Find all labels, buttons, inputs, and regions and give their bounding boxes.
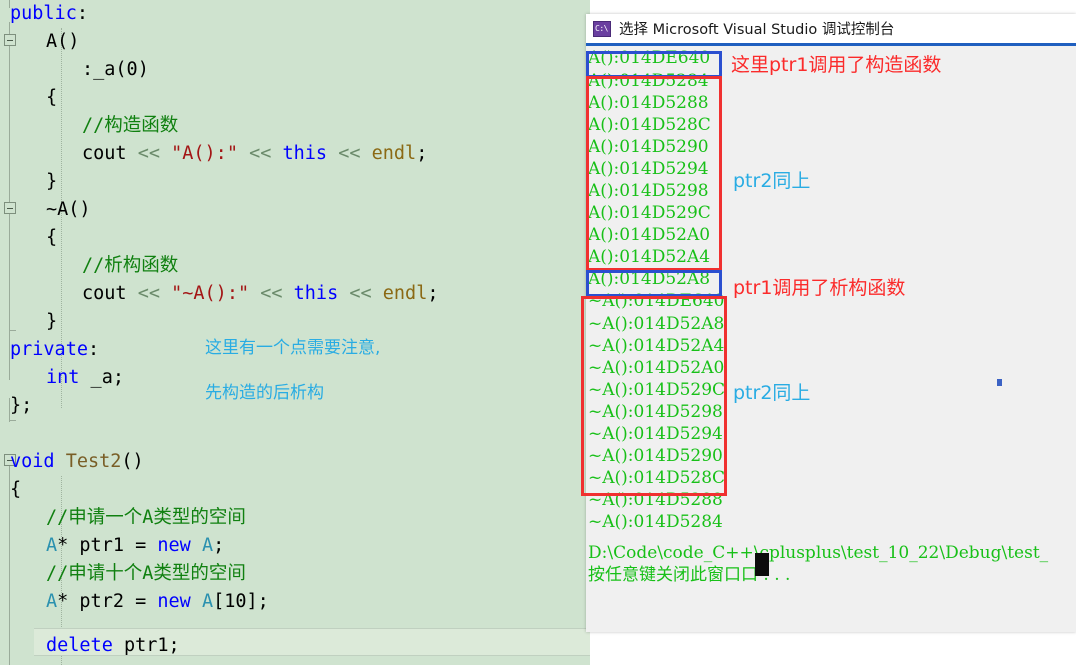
code-token: new	[157, 591, 191, 612]
code-token: "~A():"	[171, 283, 250, 304]
code-token: * ptr1 =	[57, 535, 158, 556]
code-token: cout	[82, 143, 138, 164]
annotation-ctor-ptr2: ptr2同上	[733, 170, 811, 192]
editor-gutter[interactable]	[0, 0, 34, 665]
code-token: }	[46, 311, 58, 332]
console-cmd-icon	[593, 20, 611, 37]
code-token: //析构函数	[82, 255, 179, 276]
code-token: //构造函数	[82, 115, 179, 136]
code-token: this	[293, 283, 339, 304]
code-token: ()	[121, 451, 144, 472]
code-line[interactable]: A* ptr2 = new A[10];	[46, 588, 269, 616]
code-line[interactable]: {	[10, 476, 21, 504]
code-line[interactable]: int _a;	[46, 364, 124, 392]
code-line[interactable]: private:	[10, 336, 99, 364]
gutter-rail-tick	[9, 330, 16, 331]
code-line[interactable]: public:	[10, 0, 88, 28]
console-text-cursor	[755, 553, 769, 576]
code-line[interactable]: :_a(0)	[82, 56, 149, 84]
code-token: private	[10, 339, 88, 360]
code-token: A	[201, 535, 214, 556]
highlight-box-dtor-ptr2	[581, 296, 727, 496]
code-line[interactable]: {	[46, 224, 57, 252]
code-token: A()	[46, 31, 80, 52]
collapse-toggle-constructor[interactable]	[4, 34, 16, 46]
code-token: ;	[416, 143, 428, 164]
console-titlebar[interactable]: 选择 Microsoft Visual Studio 调试控制台	[586, 14, 1076, 46]
code-line[interactable]: };	[10, 392, 32, 420]
code-token: "A():"	[171, 143, 238, 164]
code-token: //申请一个A类型的空间	[46, 507, 246, 528]
code-token: Test2	[65, 451, 122, 472]
code-token: <<	[327, 143, 372, 164]
code-line[interactable]: //构造函数	[82, 112, 178, 140]
code-token: [10];	[213, 591, 269, 612]
code-token: void	[10, 451, 55, 472]
code-token: endl	[371, 143, 417, 164]
code-line[interactable]: //析构函数	[82, 252, 178, 280]
highlight-box-dtor-ptr1	[586, 270, 722, 297]
code-line[interactable]: //申请一个A类型的空间	[46, 504, 246, 532]
code-line[interactable]: ~A()	[46, 196, 91, 224]
code-line[interactable]: }	[46, 168, 57, 196]
code-line[interactable]: delete ptr1;	[46, 632, 180, 660]
code-token: <<	[137, 283, 172, 304]
code-token: <<	[137, 143, 172, 164]
code-token: this	[282, 143, 328, 164]
code-line[interactable]: A* ptr1 = new A;	[46, 532, 224, 560]
code-token: endl	[382, 283, 428, 304]
code-line[interactable]: cout << "~A():" << this << endl;	[82, 280, 438, 308]
code-token: //申请十个A类型的空间	[46, 563, 246, 584]
annotation-dtor-ptr1: ptr1调用了析构函数	[733, 277, 906, 299]
code-token: ptr1;	[112, 635, 180, 656]
code-line[interactable]: //申请十个A类型的空间	[46, 560, 246, 588]
code-token: A	[46, 535, 58, 556]
code-token: int	[46, 367, 80, 388]
editor-note-n2: 先构造的后析构	[205, 383, 324, 403]
code-token: cout	[82, 283, 138, 304]
code-token: {	[10, 479, 22, 500]
gutter-rail-tick	[9, 420, 16, 421]
code-token: * ptr2 =	[57, 591, 158, 612]
code-token: delete	[46, 635, 113, 656]
code-line[interactable]: }	[46, 308, 57, 336]
annotation-dtor-ptr2: ptr2同上	[733, 382, 811, 404]
code-line[interactable]: {	[46, 84, 57, 112]
code-token: {	[46, 87, 58, 108]
code-token: _a;	[79, 367, 124, 388]
code-token: <<	[237, 143, 283, 164]
code-token: <<	[338, 283, 383, 304]
code-token: <<	[249, 283, 294, 304]
code-editor-pane[interactable]: public: A():_a(0){//构造函数 cout << "A():" <<…	[0, 0, 590, 665]
code-token: :	[76, 3, 88, 24]
code-line[interactable]: void Test2()	[10, 448, 144, 476]
console-output-line: D:\Code\code_C++\cplusplus\test_10_22\De…	[588, 543, 1049, 563]
annotation-ctor-ptr1: 这里ptr1调用了构造函数	[731, 54, 942, 76]
code-token: }	[46, 171, 58, 192]
code-token: A	[201, 591, 214, 612]
console-output-line: ~A():014D5284	[588, 512, 723, 532]
code-token: :	[87, 339, 100, 360]
code-line[interactable]: A()	[46, 28, 79, 56]
code-token: public	[10, 3, 77, 24]
code-token: :_a(0)	[82, 59, 149, 80]
code-token: ;	[427, 283, 439, 304]
stray-blue-dot-artifact	[997, 379, 1002, 386]
collapse-toggle-destructor[interactable]	[4, 202, 16, 214]
code-token: new	[157, 535, 191, 556]
code-token: {	[46, 227, 58, 248]
console-window-title: 选择 Microsoft Visual Studio 调试控制台	[619, 22, 895, 38]
code-line[interactable]: cout << "A():" << this << endl;	[82, 140, 427, 168]
gutter-rail	[9, 22, 10, 330]
editor-note-n1: 这里有一个点需要注意,	[205, 338, 381, 358]
code-token: };	[10, 395, 33, 416]
code-token: A	[46, 591, 58, 612]
highlight-box-ctor-ptr2	[586, 76, 722, 271]
highlight-box-ctor-ptr1	[586, 51, 722, 78]
code-token: ~A()	[46, 199, 91, 220]
code-token: ;	[213, 535, 225, 556]
